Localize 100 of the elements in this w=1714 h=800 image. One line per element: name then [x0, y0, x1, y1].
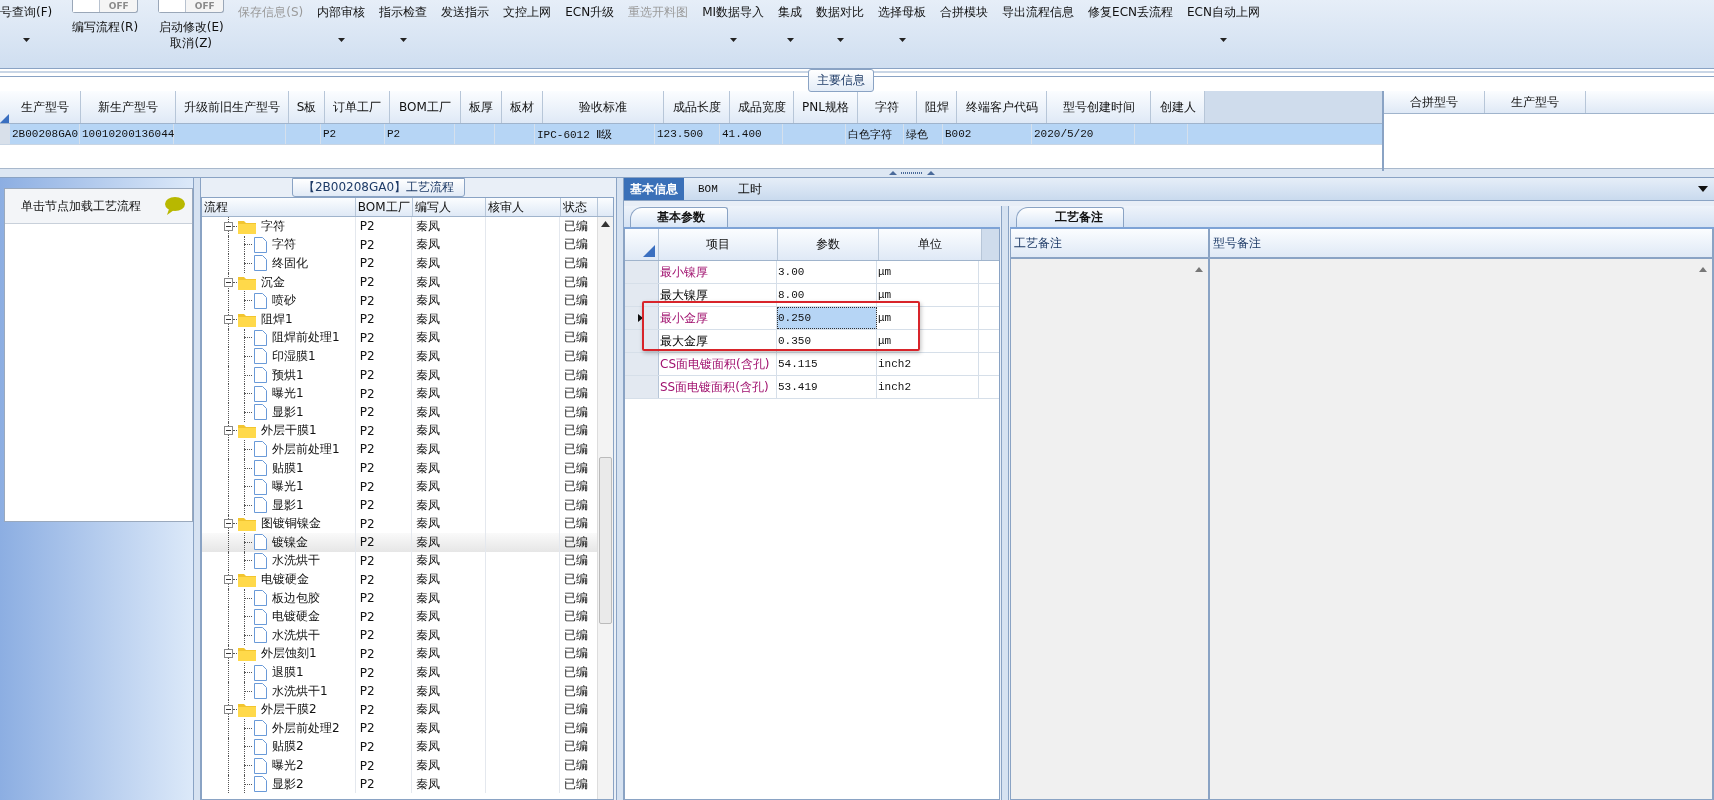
- tree-row[interactable]: 电镀硬金 P2 秦凤 已编: [202, 570, 597, 589]
- tab[interactable]: 工时: [731, 178, 768, 200]
- toolbar-button[interactable]: 指示检查: [379, 4, 428, 20]
- tree-row[interactable]: 外层干膜1 P2 秦凤 已编: [202, 421, 597, 441]
- table-row[interactable]: 最大金厚 0.350 μm: [625, 330, 999, 353]
- dropdown-arrow-icon[interactable]: [898, 38, 906, 42]
- column-header[interactable]: 生产型号: [1485, 91, 1586, 113]
- dropdown-arrow-icon[interactable]: [1698, 186, 1708, 192]
- splitter-grip-icon[interactable]: [889, 170, 935, 176]
- column-header[interactable]: 生产型号: [10, 91, 81, 123]
- tree-row[interactable]: 退膜1 P2 秦凤 已编: [202, 663, 597, 682]
- collapse-icon[interactable]: [224, 575, 233, 585]
- column-header[interactable]: 流程: [202, 198, 356, 216]
- toolbar-button[interactable]: ECN自动上网: [1187, 4, 1260, 20]
- tab[interactable]: BOM: [692, 178, 724, 200]
- collapse-icon[interactable]: [224, 705, 233, 715]
- column-header[interactable]: 升级前旧生产型号: [176, 91, 289, 123]
- scroll-up-icon[interactable]: [601, 221, 610, 227]
- tree-row[interactable]: 电镀硬金 P2 秦凤 已编: [202, 607, 597, 627]
- toolbar-button[interactable]: 发送指示: [441, 4, 490, 20]
- column-header[interactable]: 新生产型号: [81, 91, 176, 123]
- tree-row[interactable]: 外层前处理2 P2 秦凤 已编: [202, 719, 597, 738]
- tree-row[interactable]: 终固化 P2 秦凤 已编: [202, 254, 597, 273]
- tree-row[interactable]: 阻焊1 P2 秦凤 已编: [202, 309, 597, 329]
- column-header[interactable]: 验收标准: [543, 91, 664, 123]
- tree-row[interactable]: 外层干膜2 P2 秦凤 已编: [202, 700, 597, 720]
- tab[interactable]: 基本参数: [630, 207, 728, 227]
- tree-row[interactable]: 曝光1 P2 秦凤 已编: [202, 384, 597, 403]
- dropdown-arrow-icon[interactable]: [337, 38, 345, 42]
- column-header[interactable]: 订单工厂: [325, 91, 390, 123]
- tree-row[interactable]: 预烘1 P2 秦凤 已编: [202, 365, 597, 385]
- column-header[interactable]: 板材: [502, 91, 543, 123]
- dropdown-arrow-icon[interactable]: [786, 38, 794, 42]
- collapse-icon[interactable]: [224, 314, 233, 324]
- tab[interactable]: 基本信息: [624, 178, 684, 200]
- tree-row[interactable]: 贴膜2 P2 秦凤 已编: [202, 737, 597, 757]
- column-header[interactable]: 工艺备注: [1011, 229, 1208, 259]
- toolbar-button[interactable]: 修复ECN丢流程: [1088, 4, 1174, 20]
- column-header[interactable]: 板厚: [461, 91, 502, 123]
- column-header[interactable]: 字符: [858, 91, 917, 123]
- toolbar-button[interactable]: 内部审核: [317, 4, 366, 20]
- column-header[interactable]: 终端客户代码: [957, 91, 1047, 123]
- table-row[interactable]: 最大镍厚 8.00 μm: [625, 284, 999, 307]
- tree-row[interactable]: 阻焊前处理1 P2 秦凤 已编: [202, 328, 597, 348]
- dropdown-arrow-icon[interactable]: [836, 38, 844, 42]
- tree-row[interactable]: 板边包胶 P2 秦凤 已编: [202, 588, 597, 608]
- toolbar-button[interactable]: MI数据导入: [702, 4, 765, 20]
- tree-row[interactable]: 水洗烘干1 P2 秦凤 已编: [202, 681, 597, 701]
- tree-row[interactable]: 水洗烘干 P2 秦凤 已编: [202, 551, 597, 571]
- tree-row[interactable]: 贴膜1 P2 秦凤 已编: [202, 458, 597, 478]
- column-header[interactable]: 项目: [659, 229, 778, 260]
- tree-row[interactable]: 印湿膜1 P2 秦凤 已编: [202, 347, 597, 366]
- column-header[interactable]: 成品宽度: [730, 91, 794, 123]
- column-header[interactable]: 阻焊: [917, 91, 957, 123]
- scroll-thumb[interactable]: [599, 457, 612, 624]
- collapse-icon[interactable]: [224, 277, 233, 287]
- column-header[interactable]: 型号创建时间: [1047, 91, 1151, 123]
- scrollbar[interactable]: [597, 217, 613, 799]
- tree-row[interactable]: 外层前处理1 P2 秦凤 已编: [202, 440, 597, 459]
- tree-row[interactable]: 沉金 P2 秦凤 已编: [202, 272, 597, 292]
- toolbar-button[interactable]: ECN升级: [565, 4, 615, 20]
- toolbar-button[interactable]: 数据对比: [816, 4, 865, 20]
- toolbar-button[interactable]: 启动修改(E): [158, 19, 224, 35]
- toolbar-button[interactable]: 选择母板: [878, 4, 927, 20]
- tree-row[interactable]: 显影1 P2 秦凤 已编: [202, 495, 597, 515]
- collapse-icon[interactable]: [224, 426, 233, 436]
- column-header[interactable]: BOM工厂: [355, 198, 413, 216]
- dropdown-arrow-icon[interactable]: [399, 38, 407, 42]
- column-header[interactable]: S板: [289, 91, 325, 123]
- column-header[interactable]: 编写人: [412, 198, 487, 216]
- tree-row[interactable]: 曝光2 P2 秦凤 已编: [202, 756, 597, 775]
- tree-row[interactable]: 喷砂 P2 秦凤 已编: [202, 291, 597, 310]
- column-header[interactable]: 合拼型号: [1384, 91, 1485, 113]
- column-header[interactable]: BOM工厂: [390, 91, 461, 123]
- table-row[interactable]: 最小金厚 0.250 μm: [625, 307, 999, 330]
- tree-row[interactable]: 镀镍金 P2 秦凤 已编: [202, 533, 597, 552]
- toolbar-button[interactable]: 文控上网: [503, 4, 552, 20]
- table-row[interactable]: 最小镍厚 3.00 μm: [625, 261, 999, 284]
- column-header[interactable]: 型号备注: [1210, 229, 1712, 259]
- collapse-icon[interactable]: [224, 221, 233, 231]
- tree-row[interactable]: 显影1 P2 秦凤 已编: [202, 402, 597, 422]
- toolbar-button[interactable]: 合拼模块: [940, 4, 989, 20]
- table-row[interactable]: CS面电镀面积(含孔) 54.115 inch2: [625, 353, 999, 376]
- table-row[interactable]: 2B00208GA0 10010200136044 P2 P2 IPC-6012 Ⅱ级 123.500 41.400 白色字符 绿色 B002 2020/5/20: [0, 124, 1382, 145]
- toolbar-button[interactable]: 编写流程(R): [72, 19, 139, 35]
- row-header[interactable]: [625, 307, 659, 329]
- toolbar-button[interactable]: 取消(Z): [170, 35, 213, 51]
- tab[interactable]: 工艺备注: [1016, 207, 1124, 227]
- column-header[interactable]: 状态: [560, 198, 598, 216]
- column-header[interactable]: 参数: [778, 229, 879, 260]
- dropdown-arrow-icon[interactable]: [1220, 38, 1227, 42]
- tree-row[interactable]: 水洗烘干 P2 秦凤 已编: [202, 626, 597, 645]
- toolbar-button[interactable]: 号查询(F): [0, 4, 53, 20]
- tree-row[interactable]: 外层蚀刻1 P2 秦凤 已编: [202, 644, 597, 664]
- toolbar-button[interactable]: 导出流程信息: [1002, 4, 1075, 20]
- column-header[interactable]: 核审人: [486, 198, 561, 216]
- tree-row[interactable]: 曝光1 P2 秦凤 已编: [202, 477, 597, 496]
- column-header[interactable]: 成品长度: [664, 91, 730, 123]
- collapse-icon[interactable]: [224, 519, 233, 529]
- column-header[interactable]: PNL规格: [794, 91, 858, 123]
